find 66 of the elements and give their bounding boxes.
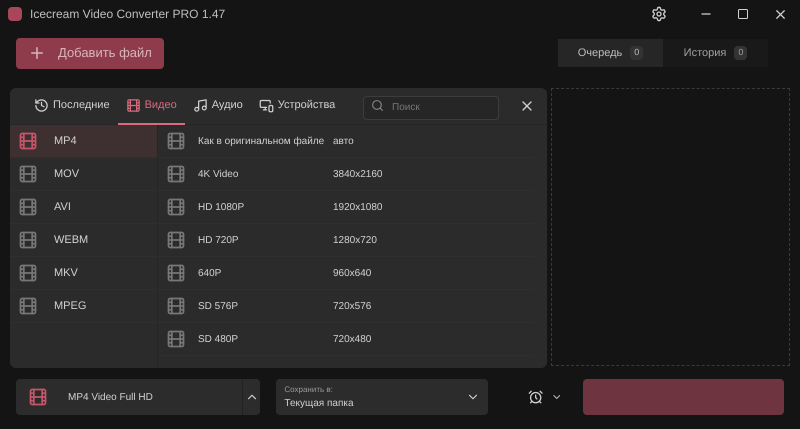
- app-logo-icon: [8, 7, 22, 21]
- film-icon: [18, 164, 38, 184]
- format-item[interactable]: MP4: [10, 125, 157, 158]
- preset-name: Как в оригинальном файле: [198, 134, 326, 148]
- view-tab[interactable]: История 0: [663, 39, 768, 67]
- add-file-button[interactable]: Добавить файл: [16, 38, 164, 68]
- save-folder-selector[interactable]: Сохранить в: Текущая папка: [276, 379, 488, 415]
- film-icon: [18, 230, 38, 250]
- preset-resolution: 720x576: [333, 300, 372, 314]
- preset-row[interactable]: HD 720P 1280x720: [158, 224, 535, 257]
- save-label: Сохранить в:: [284, 384, 334, 396]
- film-icon: [18, 296, 38, 316]
- count-badge: 0: [630, 46, 644, 60]
- film-icon: [18, 131, 38, 151]
- preset-name: HD 1080P: [198, 200, 246, 214]
- preset-name: HD 720P: [198, 234, 240, 248]
- preset-resolution: 960x640: [333, 266, 372, 280]
- film-icon: [166, 329, 186, 349]
- count-badge: 0: [734, 46, 748, 60]
- window-title: Icecream Video Converter PRO 1.47: [30, 6, 226, 23]
- film-icon: [18, 197, 38, 217]
- settings-icon[interactable]: [651, 6, 667, 22]
- search-field[interactable]: Поиск: [363, 96, 499, 120]
- film-icon: [166, 263, 186, 283]
- preset-row[interactable]: HD 1080P 1920x1080: [158, 191, 535, 224]
- plus-icon: [28, 44, 46, 62]
- alarm-clock-icon[interactable]: [528, 389, 544, 405]
- format-item[interactable]: MOV: [10, 158, 157, 191]
- film-icon: [166, 164, 186, 184]
- preset-name: 640P: [198, 266, 222, 280]
- search-icon: [371, 99, 384, 112]
- preset-resolution: 1920x1080: [333, 200, 382, 214]
- maximize-icon[interactable]: [737, 8, 749, 20]
- format-tab[interactable]: Устройства: [250, 88, 344, 124]
- video-icon: [126, 98, 141, 112]
- save-value: Текущая папка: [284, 396, 355, 410]
- film-icon: [166, 296, 186, 316]
- format-item[interactable]: MPEG: [10, 290, 157, 323]
- film-icon: [166, 230, 186, 250]
- preset-resolution: 3840x2160: [333, 168, 382, 182]
- preset-name: SD 576P: [198, 300, 240, 314]
- format-item[interactable]: MKV: [10, 257, 157, 290]
- format-tab[interactable]: Последние: [26, 88, 118, 124]
- preset-name: SD 480P: [198, 332, 240, 346]
- format-tab[interactable]: Аудио: [184, 88, 251, 124]
- recent-icon: [34, 98, 49, 112]
- preset-row[interactable]: 640P 960x640: [158, 257, 535, 290]
- preset-row[interactable]: Как в оригинальном файле авто: [158, 125, 535, 158]
- format-value: MP4 Video Full HD: [68, 390, 154, 404]
- film-icon: [166, 197, 186, 217]
- format-item[interactable]: WEBM: [10, 224, 157, 257]
- preset-resolution: авто: [333, 134, 354, 148]
- preset-resolution: 720x480: [333, 332, 372, 346]
- devices-icon: [258, 98, 274, 112]
- preset-row[interactable]: SD 576P 720x576: [158, 290, 535, 323]
- preset-row[interactable]: 4K Video 3840x2160: [158, 158, 535, 191]
- format-item[interactable]: AVI: [10, 191, 157, 224]
- film-icon: [166, 131, 186, 151]
- film-icon: [18, 263, 38, 283]
- view-tab[interactable]: Очередь 0: [558, 39, 663, 67]
- preset-row[interactable]: SD 480P 720x480: [158, 323, 535, 356]
- film-icon: [28, 387, 48, 407]
- preset-name: 4K Video: [198, 168, 240, 182]
- format-selector[interactable]: MP4 Video Full HD: [16, 379, 260, 415]
- preset-resolution: 1280x720: [333, 234, 377, 248]
- audio-icon: [192, 98, 208, 112]
